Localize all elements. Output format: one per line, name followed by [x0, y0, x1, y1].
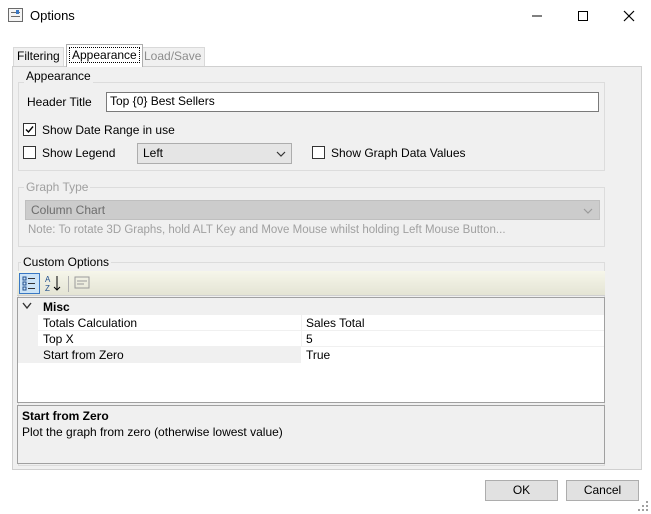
category-row-misc[interactable] [18, 298, 604, 315]
show-legend-label: Show Legend [42, 146, 116, 160]
categorized-icon [22, 276, 35, 291]
property-name: Totals Calculation [43, 316, 138, 330]
tab-load-save-label: Load/Save [144, 49, 202, 63]
property-grid-gutter [18, 315, 38, 363]
svg-text:Z: Z [45, 284, 50, 293]
toolbar-separator [68, 276, 69, 292]
maximize-button[interactable] [560, 0, 606, 31]
property-pages-icon [74, 276, 90, 289]
legend-position-select[interactable]: Left [137, 143, 292, 164]
custom-options-group-label: Custom Options [21, 255, 112, 269]
alphabetical-button[interactable]: A Z [43, 273, 64, 294]
categorized-button[interactable] [19, 273, 40, 294]
window-title: Options [30, 8, 75, 23]
property-row[interactable]: Totals Calculation Sales Total [38, 315, 604, 331]
column-divider [301, 315, 302, 331]
checkmark-icon [25, 126, 34, 134]
graph-type-value: Column Chart [31, 203, 106, 217]
header-title-input[interactable]: Top {0} Best Sellers [106, 92, 599, 112]
legend-position-value: Left [143, 146, 164, 160]
minimize-button[interactable] [514, 0, 560, 31]
property-value[interactable]: True [306, 347, 330, 363]
header-title-label: Header Title [27, 95, 92, 109]
ok-button[interactable]: OK [485, 480, 558, 501]
property-row-selected[interactable]: Start from Zero True [38, 347, 604, 363]
property-row[interactable]: Top X 5 [38, 331, 604, 347]
show-graph-values-label: Show Graph Data Values [331, 146, 466, 160]
property-pages-button[interactable] [72, 273, 93, 294]
options-app-icon [8, 8, 23, 22]
category-label: Misc [43, 300, 70, 314]
appearance-group-label: Appearance [24, 69, 93, 83]
property-value[interactable]: 5 [306, 331, 313, 347]
svg-text:A: A [45, 275, 51, 284]
property-value[interactable]: Sales Total [306, 315, 364, 331]
property-value-cell[interactable] [301, 347, 604, 363]
property-name: Top X [43, 332, 74, 346]
column-divider [301, 331, 302, 347]
property-grid-toolbar [17, 271, 605, 296]
tab-appearance-label: Appearance [69, 47, 140, 63]
close-button[interactable] [606, 0, 651, 31]
close-icon [623, 10, 635, 21]
tab-load-save[interactable]: Load/Save [140, 47, 206, 66]
property-name: Start from Zero [43, 348, 124, 362]
graph-type-note: Note: To rotate 3D Graphs, hold ALT Key … [28, 224, 506, 236]
show-legend-checkbox[interactable] [23, 146, 36, 159]
chevron-down-icon [276, 151, 286, 157]
graph-type-group-label: Graph Type [24, 180, 91, 194]
cancel-button[interactable]: Cancel [566, 480, 639, 501]
graph-type-select[interactable]: Column Chart [25, 200, 600, 220]
show-graph-values-checkbox[interactable] [312, 146, 325, 159]
description-text: Plot the graph from zero (otherwise lowe… [22, 425, 283, 439]
tab-filtering-label: Filtering [17, 49, 60, 63]
description-title: Start from Zero [22, 409, 109, 423]
show-date-range-label: Show Date Range in use [42, 123, 175, 137]
collapse-chevron-icon[interactable] [22, 302, 32, 310]
minimize-icon [532, 15, 542, 16]
tab-appearance[interactable]: Appearance [66, 44, 143, 67]
show-date-range-checkbox[interactable] [23, 123, 36, 136]
resize-grip-icon[interactable] [638, 501, 650, 513]
maximize-icon [578, 10, 588, 21]
chevron-down-icon [583, 208, 593, 214]
tab-filtering[interactable]: Filtering [13, 47, 64, 66]
alphabetical-sort-icon: A Z [45, 275, 61, 293]
